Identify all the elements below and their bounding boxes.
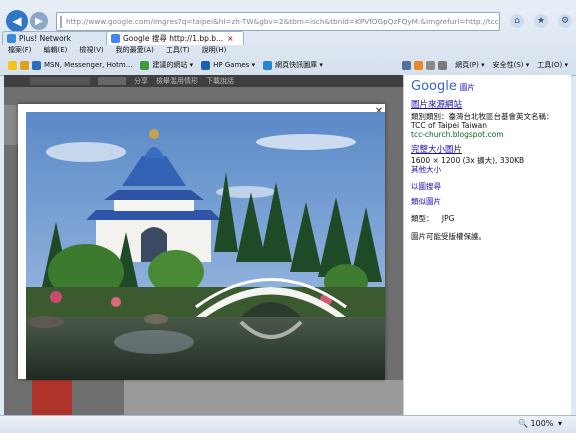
zoom-level[interactable]: 🔍 100% [518,419,553,428]
search-by-image-link[interactable]: 以圖搜尋 [411,182,441,191]
category-line: 類別類別：臺灣台北牧區台基會英文名稱： [411,112,554,121]
forward-button[interactable]: ▶ [30,12,48,30]
fav-web-slices[interactable]: 網頁快訊圖庫 ▾ [263,60,323,70]
status-bar: 🔍 100% ▾ [0,415,576,433]
fav-suggested[interactable]: 建議的網站 ▾ [140,60,193,70]
menu-view[interactable]: 檢視(V) [79,45,103,55]
browser-right-controls: ⌂ ★ ⚙ [510,11,572,31]
fav-hp-games[interactable]: HP Games ▾ [201,60,255,70]
similar-images-link[interactable]: 類似圖片 [411,197,441,206]
msn-icon [32,60,41,70]
menu-help[interactable]: 說明(H) [202,45,227,55]
page-icon [60,15,62,28]
menu-edit[interactable]: 編輯(E) [44,45,68,55]
gear-icon[interactable]: ⚙ [558,14,572,28]
google-logo: Google 圖片 [411,79,475,94]
background-thumbnail [124,380,404,415]
address-bar[interactable]: http://www.google.com/imgres?q=taipei&hl… [56,12,500,31]
mail-icon[interactable] [426,60,436,70]
image-type: 類型： JPG [411,214,455,223]
memorial-hall-image [26,112,385,380]
menu-bar: 檔案(F) 編輯(E) 檢視(V) 我的最愛(A) 工具(T) 說明(H) [0,44,576,56]
menu-tools[interactable]: 工具(T) [166,45,190,55]
background-thumbnail [32,375,72,415]
image-dimensions: 1600 × 1200 (3x 擴大), 330KB [411,156,525,165]
other-sizes-link[interactable]: 其他大小 [411,165,441,174]
home-icon[interactable]: ⌂ [510,14,524,28]
tab-favicon-icon [7,34,16,43]
preview-photo[interactable] [26,112,385,380]
fav-msn[interactable]: MSN, Messenger, Hotm... [32,60,132,70]
back-button[interactable]: ◀ [6,10,28,32]
favorites-star-icon[interactable] [8,60,17,70]
copyright-notice: 圖片可能受版權保護。 [411,232,486,241]
favorites-star-icon[interactable]: ★ [534,14,548,28]
rss-icon[interactable] [414,60,424,70]
tab-plus-network[interactable]: Plus! Network [2,31,114,45]
add-favorite-icon[interactable] [20,60,29,70]
search-button[interactable] [98,77,126,85]
favorites-bar: MSN, Messenger, Hotm... 建議的網站 ▾ HP Games… [0,56,576,74]
google-favicon-icon [111,34,120,43]
hp-icon [201,60,211,70]
home-toolbar-icon[interactable] [402,60,412,70]
download-link[interactable]: 下載說話 [206,76,234,86]
search-box[interactable] [30,77,90,85]
suggested-sites-icon [140,60,150,70]
menu-favorites[interactable]: 我的最愛(A) [116,45,154,55]
image-title: TCC of Taipei Taiwan [411,121,487,130]
source-domain: tcc-church.blogspot.com [411,130,504,139]
cmd-page[interactable]: 網頁(P) ▾ [455,60,484,70]
web-slice-icon [263,60,273,70]
cmd-safety[interactable]: 安全性(S) ▾ [493,60,530,70]
image-info-panel: Google 圖片 圖片來源網站 類別類別：臺灣台北牧區台基會英文名稱： TCC … [403,75,571,415]
tab-label: Google 搜尋 http://1.bp.b... [123,34,224,43]
tab-close-icon[interactable]: × [227,34,233,43]
tab-google-search[interactable]: Google 搜尋 http://1.bp.b... × [106,31,244,45]
full-size-link[interactable]: 完整大小圖片 [411,146,462,155]
print-icon[interactable] [438,60,448,70]
menu-file[interactable]: 檔案(F) [8,45,32,55]
share-link[interactable]: 分享 [134,76,148,86]
report-link[interactable]: 檢舉濫用情形 [156,76,198,86]
source-website-link[interactable]: 圖片來源網站 [411,101,462,110]
chevron-down-icon[interactable]: ▾ [558,419,562,428]
zoom-icon: 🔍 [518,419,528,428]
url-text: http://www.google.com/imgres?q=taipei&hl… [66,17,500,26]
tab-label: Plus! Network [19,34,71,43]
cmd-tools[interactable]: 工具(O) ▾ [537,60,568,70]
